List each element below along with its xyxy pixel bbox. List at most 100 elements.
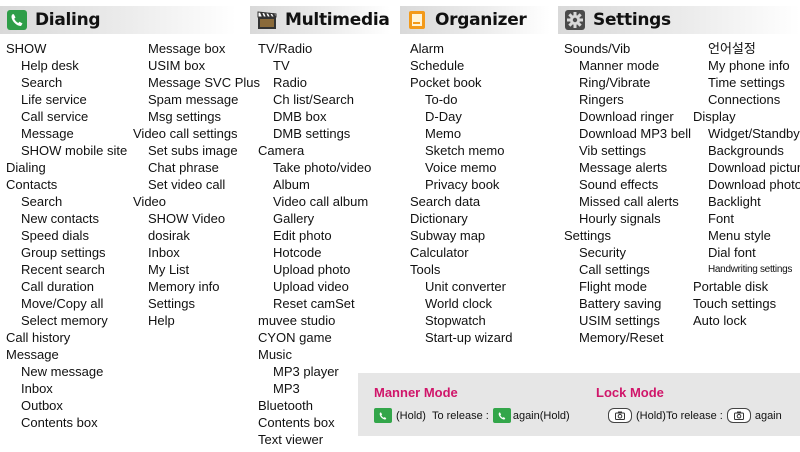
submenu-item: Set subs image — [148, 143, 238, 158]
menu-item: Search data — [410, 194, 481, 209]
submenu-item: Privacy book — [425, 177, 500, 192]
submenu-item: My List — [148, 262, 190, 277]
submenu-item: Spam message — [148, 92, 239, 107]
menu-item: muvee studio — [258, 313, 336, 328]
submenu-item: New contacts — [21, 211, 100, 226]
menu-item: SHOW — [6, 41, 47, 56]
submenu-item: To-do — [425, 92, 458, 107]
menu-item: Music — [258, 347, 292, 362]
submenu-item: Message box — [148, 41, 226, 56]
submenu-item: Help — [148, 313, 175, 328]
submenu-item: Backlight — [708, 194, 761, 209]
lock-mode-instruction: (Hold)To release : again — [604, 408, 782, 423]
submenu-item: Reset camSet — [273, 296, 355, 311]
submenu-item: New message — [21, 364, 104, 379]
organizer-header: Organizer — [400, 6, 550, 34]
submenu-item: USIM settings — [579, 313, 660, 328]
dialing-menu-column-2: Message box USIM box Message SVC Plus Spam … — [133, 40, 260, 329]
submenu-item: Connections — [708, 92, 781, 107]
submenu-item: Call duration — [21, 279, 94, 294]
submenu-item: Inbox — [148, 245, 180, 260]
menu-item: CYON game — [258, 330, 332, 345]
submenu-item: Memo — [425, 126, 462, 141]
submenu-item: Memory info — [148, 279, 220, 294]
submenu-item: Call settings — [579, 262, 650, 277]
call-key-icon — [492, 408, 511, 423]
multimedia-menu-column: TV/Radio TV Radio Ch list/Search DMB box DMB … — [258, 40, 371, 448]
menu-item: Call history — [6, 330, 71, 345]
gear-icon — [565, 10, 585, 30]
submenu-item: Upload video — [273, 279, 349, 294]
menu-item: Auto lock — [693, 313, 747, 328]
settings-header: Settings — [558, 6, 800, 34]
menu-item: Text viewer — [258, 432, 324, 447]
multimedia-header: Multimedia — [250, 6, 390, 34]
submenu-item: Radio — [273, 75, 307, 90]
menu-item: Alarm — [410, 41, 444, 56]
settings-menu-column-2: 언어설정 My phone info Time settings Connection… — [693, 40, 800, 329]
menu-item: TV/Radio — [258, 41, 313, 56]
submenu-item: Msg settings — [148, 109, 221, 124]
submenu-item: Download photo — [708, 177, 800, 192]
dialing-menu-column-1: SHOW Help desk Search Life service Call serv… — [6, 40, 127, 431]
menu-item: Dialing — [6, 160, 46, 175]
submenu-item: Sketch memo — [425, 143, 505, 158]
submenu-item: Message — [21, 126, 74, 141]
submenu-item: Flight mode — [579, 279, 647, 294]
clapperboard-icon — [257, 10, 277, 30]
submenu-item: MP3 — [273, 381, 300, 396]
submenu-item: Chat phrase — [148, 160, 219, 175]
manner-mode-title: Manner Mode — [374, 385, 458, 400]
submenu-item: 언어설정 — [708, 41, 756, 56]
menu-item: Pocket book — [410, 75, 482, 90]
submenu-item: Search — [21, 194, 63, 209]
lock-mode-title: Lock Mode — [596, 385, 664, 400]
mode-instructions-box — [358, 373, 800, 436]
submenu-item: Search — [21, 75, 63, 90]
submenu-item: World clock — [425, 296, 492, 311]
submenu-item: Help desk — [21, 58, 79, 73]
submenu-item: Gallery — [273, 211, 315, 226]
submenu-item: Unit converter — [425, 279, 506, 294]
submenu-item: My phone info — [708, 58, 790, 73]
menu-item: Touch settings — [693, 296, 777, 311]
submenu-item: Widget/Standby — [708, 126, 800, 141]
menu-item: Subway map — [410, 228, 486, 243]
menu-item: Calculator — [410, 245, 469, 260]
menu-item: Video — [133, 194, 167, 209]
submenu-item: Video call album — [273, 194, 369, 209]
submenu-item: Life service — [21, 92, 87, 107]
submenu-item: Ch list/Search — [273, 92, 354, 107]
submenu-item: Battery saving — [579, 296, 662, 311]
manner-mode-instruction: (Hold) To release : again(Hold) — [374, 408, 570, 423]
menu-item: Portable disk — [693, 279, 769, 294]
submenu-item: TV — [273, 58, 290, 73]
phone-icon — [7, 10, 27, 30]
submenu-item: Speed dials — [21, 228, 89, 243]
lock-hold-text: (Hold)To release : — [636, 409, 723, 422]
submenu-item: Edit photo — [273, 228, 332, 243]
submenu-item: Call service — [21, 109, 89, 124]
menu-item: Video call settings — [133, 126, 238, 141]
submenu-item: DMB settings — [273, 126, 351, 141]
submenu-item: USIM box — [148, 58, 206, 73]
menu-item: Schedule — [410, 58, 465, 73]
submenu-item: Take photo/video — [273, 160, 372, 175]
menu-item: Message — [6, 347, 59, 362]
menu-item: Display — [693, 109, 736, 124]
submenu-item: Handwriting settings — [708, 264, 793, 275]
menu-item: Dictionary — [410, 211, 468, 226]
notepad-icon — [407, 10, 427, 30]
submenu-item: Group settings — [21, 245, 106, 260]
submenu-item: Vib settings — [579, 143, 646, 158]
lock-again-text: again — [754, 409, 782, 422]
submenu-item: Download ringer — [579, 109, 674, 124]
organizer-menu-column: Alarm Schedule Pocket book To-do D-Day Memo Sk… — [410, 40, 512, 346]
submenu-item: Download picture — [708, 160, 800, 175]
settings-menu-column-1: Sounds/Vib Manner mode Ring/Vibrate Ringers… — [564, 40, 691, 346]
dialing-header: Dialing — [0, 6, 236, 34]
submenu-item: Hotcode — [273, 245, 322, 260]
submenu-item: Missed call alerts — [579, 194, 679, 209]
manner-again-text: again(Hold) — [512, 409, 570, 422]
submenu-item: Memory/Reset — [579, 330, 664, 345]
